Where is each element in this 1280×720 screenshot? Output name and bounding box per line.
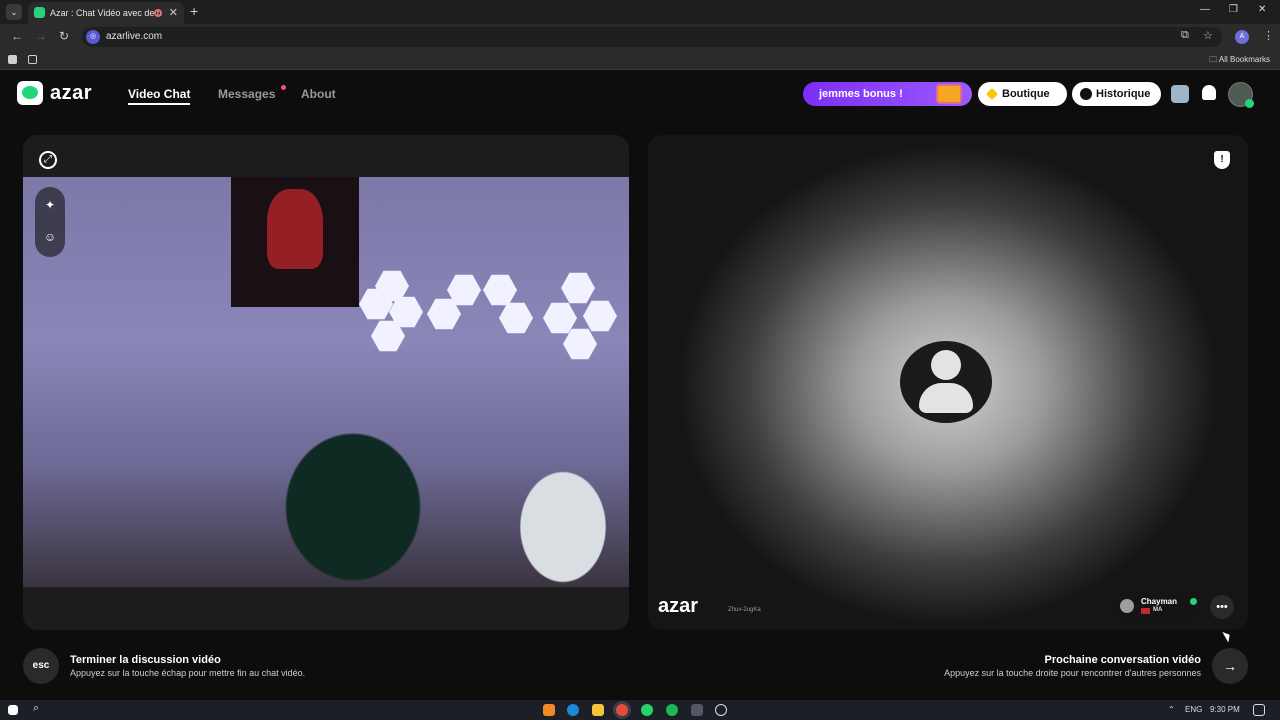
profile-avatar[interactable]: A xyxy=(1235,30,1249,44)
vlc-icon[interactable] xyxy=(543,704,555,716)
end-chat-button[interactable]: esc xyxy=(23,648,59,684)
browser-tabbar: ⌄ Azar : Chat Vidéo avec de n ✕ + — ❐ ✕ xyxy=(0,0,1280,24)
peer-avatar xyxy=(1120,599,1134,613)
user-avatar[interactable] xyxy=(1228,82,1254,108)
spotify-icon[interactable] xyxy=(666,704,678,716)
forward-icon[interactable]: → xyxy=(35,29,47,43)
historique-button[interactable]: Historique xyxy=(1072,82,1161,106)
peer-country: MA xyxy=(1153,607,1163,613)
install-app-icon[interactable]: ⧉ xyxy=(1181,29,1189,42)
edge-icon[interactable] xyxy=(567,704,579,716)
address-bar[interactable]: ◎ azarlive.com xyxy=(82,27,1222,47)
restore-icon[interactable]: ❐ xyxy=(1229,4,1238,15)
chrome-icon[interactable] xyxy=(616,704,628,716)
bookmark-icon[interactable] xyxy=(8,55,17,64)
search-icon[interactable]: ⌕ xyxy=(33,702,39,715)
face-mask-icon[interactable]: ☺ xyxy=(42,229,58,245)
expand-icon[interactable]: ⤢ xyxy=(39,151,57,169)
historique-label: Historique xyxy=(1096,88,1151,100)
bookmark-star-icon[interactable]: ☆ xyxy=(1203,29,1213,42)
windows-start-icon[interactable] xyxy=(8,705,18,715)
bonus-banner-button[interactable]: jemmes bonus ! xyxy=(803,82,972,106)
browser-menu-icon[interactable]: ⋮ xyxy=(1263,29,1274,42)
session-id: Zhuv-2ugKa xyxy=(728,607,761,613)
chat-bubble-icon[interactable]: ••• xyxy=(1210,595,1234,619)
app-icon[interactable] xyxy=(691,704,703,716)
online-status-badge xyxy=(1245,99,1254,108)
site-info-icon[interactable]: ◎ xyxy=(86,30,100,44)
azar-watermark: azar xyxy=(658,595,699,617)
diamond-icon xyxy=(986,88,998,100)
peer-name: Chayman xyxy=(1141,597,1178,606)
wall-poster-image xyxy=(231,177,359,307)
local-camera-feed xyxy=(23,177,629,587)
next-chat-hint: Appuyez sur la touche droite pour rencon… xyxy=(944,668,1201,678)
back-icon[interactable]: ← xyxy=(11,29,23,43)
bookmarks-bar: 🗀 All Bookmarks xyxy=(0,50,1280,70)
messages-unread-dot xyxy=(281,85,286,90)
app-icon[interactable] xyxy=(715,704,727,716)
whatsapp-icon[interactable] xyxy=(641,704,653,716)
recording-indicator-icon xyxy=(154,9,162,17)
file-explorer-icon[interactable] xyxy=(592,704,604,716)
local-video-panel: ⤢ ✦ ☺ xyxy=(23,135,629,630)
all-bookmarks-label: All Bookmarks xyxy=(1218,55,1270,64)
nav-messages[interactable]: Messages xyxy=(218,87,275,101)
hex-light xyxy=(499,302,533,334)
placeholder-head xyxy=(931,350,961,380)
bonus-label: jemmes bonus ! xyxy=(819,88,903,100)
windows-taskbar: ⌕ ⌃ ENG 9:30 PM xyxy=(0,700,1280,720)
tab-search-button[interactable]: ⌄ xyxy=(6,4,22,20)
azar-logo-icon[interactable] xyxy=(17,81,43,105)
treasure-chest-icon xyxy=(936,84,962,104)
clock-icon xyxy=(1080,88,1092,100)
report-shield-icon[interactable]: ! xyxy=(1214,151,1230,169)
next-chat-button[interactable]: → xyxy=(1212,648,1248,684)
next-chat-title: Prochaine conversation vidéo xyxy=(1044,654,1202,666)
browser-toolbar: ← → ↻ ◎ azarlive.com ⧉ ☆ A ⋮ xyxy=(0,24,1280,50)
hex-light xyxy=(561,272,595,304)
nav-video-chat[interactable]: Video Chat xyxy=(128,87,191,105)
remote-video-panel: ! azar Zhuv-2ugKa Chayman MA ••• xyxy=(648,135,1248,630)
clock-time[interactable]: 9:30 PM xyxy=(1210,705,1240,714)
hex-light xyxy=(583,300,617,332)
mouse-cursor xyxy=(1222,629,1233,643)
boutique-button[interactable]: Boutique xyxy=(978,82,1067,106)
end-chat-title: Terminer la discussion vidéo xyxy=(70,654,221,666)
close-tab-icon[interactable]: ✕ xyxy=(169,2,178,24)
boutique-label: Boutique xyxy=(1002,88,1050,100)
minimize-icon[interactable]: — xyxy=(1200,4,1210,15)
magic-wand-icon[interactable]: ✦ xyxy=(42,197,58,213)
reload-icon[interactable]: ↻ xyxy=(59,29,69,43)
peer-profile-chip[interactable]: Chayman MA xyxy=(1114,593,1198,619)
gem-wallet-icon[interactable] xyxy=(1171,85,1189,103)
browser-tab-active[interactable]: Azar : Chat Vidéo avec de n ✕ xyxy=(28,2,184,24)
end-chat-hint: Appuyez sur la touche échap pour mettre … xyxy=(70,668,306,678)
url-text: azarlive.com xyxy=(106,31,163,42)
placeholder-body xyxy=(919,383,973,413)
effects-toolbar: ✦ ☺ xyxy=(35,187,65,257)
new-tab-button[interactable]: + xyxy=(190,3,198,19)
apps-grid-icon[interactable] xyxy=(28,55,37,64)
country-flag-icon xyxy=(1141,608,1150,614)
notifications-bell-icon[interactable] xyxy=(1202,85,1216,100)
nav-about[interactable]: About xyxy=(301,87,336,101)
app-header: azar Video Chat Messages About jemmes bo… xyxy=(0,71,1280,117)
verified-badge-icon xyxy=(1190,598,1197,605)
user-placeholder-icon xyxy=(900,341,992,423)
tab-title: Azar : Chat Vidéo avec de n xyxy=(50,8,162,18)
azar-logo-text[interactable]: azar xyxy=(50,82,92,105)
close-window-icon[interactable]: ✕ xyxy=(1258,4,1266,15)
all-bookmarks-link[interactable]: 🗀 All Bookmarks xyxy=(1209,54,1270,68)
chevron-up-icon[interactable]: ⌃ xyxy=(1168,705,1175,714)
notification-center-icon[interactable] xyxy=(1253,704,1265,716)
language-indicator[interactable]: ENG xyxy=(1185,705,1202,714)
azar-favicon-icon xyxy=(34,7,45,18)
hex-light xyxy=(483,274,517,306)
